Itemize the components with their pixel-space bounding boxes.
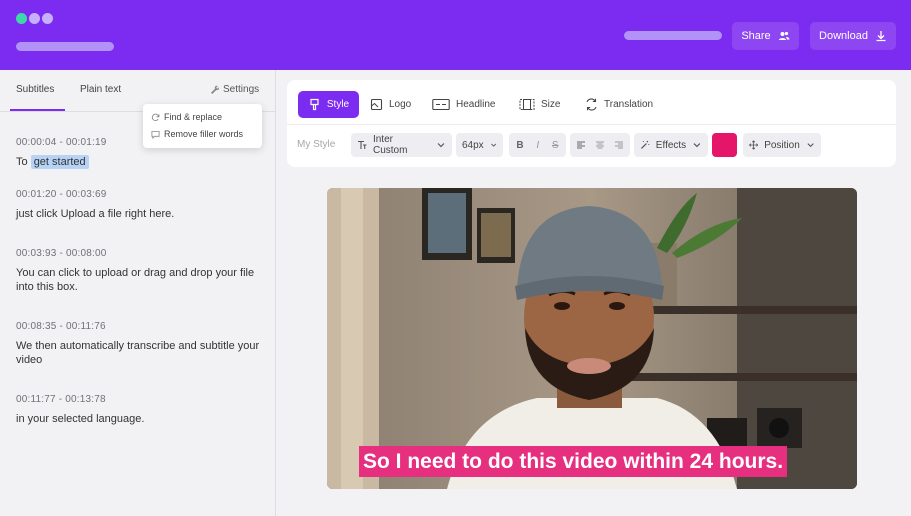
window-dot xyxy=(42,13,53,24)
download-button[interactable]: Download xyxy=(810,22,896,50)
chevron-down-icon xyxy=(437,143,445,148)
toolbar-tabs: Style Logo Headline Size Translation xyxy=(287,80,896,125)
menu-item-label: Remove filler words xyxy=(164,129,244,139)
subtitle-text[interactable]: You can click to upload or drag and drop… xyxy=(16,266,266,294)
bold-button[interactable]: B xyxy=(516,140,523,151)
style-name-placeholder[interactable]: My Style xyxy=(297,139,335,150)
subtitle-text-plain: To xyxy=(16,156,31,168)
top-bar: Share Download xyxy=(0,0,911,70)
move-icon xyxy=(749,140,759,150)
align-center-icon[interactable] xyxy=(595,140,605,150)
download-icon xyxy=(876,31,886,42)
position-select[interactable]: Position xyxy=(743,133,821,157)
text-format-group: B I S xyxy=(509,133,566,157)
share-button[interactable]: Share xyxy=(732,22,799,50)
subtitle-timestamp: 00:03:93 - 00:08:00 xyxy=(16,248,107,259)
font-name: Inter Custom xyxy=(372,134,408,156)
tab-translation[interactable]: Translation xyxy=(585,91,653,118)
tab-label: Headline xyxy=(456,99,496,110)
tab-headline[interactable]: Headline xyxy=(432,91,495,118)
header-placeholder xyxy=(624,31,722,40)
title-placeholder xyxy=(16,42,114,51)
subtitle-entry[interactable]: 00:08:35 - 00:11:76 We then automaticall… xyxy=(16,321,266,367)
users-icon xyxy=(778,31,790,40)
comment-icon xyxy=(151,130,160,139)
menu-item-find-replace[interactable]: Find & replace xyxy=(151,112,222,122)
subtitle-entry[interactable]: 00:03:93 - 00:08:00 You can click to upl… xyxy=(16,248,266,294)
video-frame xyxy=(327,188,857,489)
share-label: Share xyxy=(741,30,771,42)
style-toolbar: Style Logo Headline Size Translation My … xyxy=(287,80,896,167)
settings-label: Settings xyxy=(223,84,260,95)
subtitle-caption[interactable]: So I need to do this video within 24 hou… xyxy=(359,446,788,477)
strikethrough-button[interactable]: S xyxy=(552,140,559,151)
wrench-icon xyxy=(211,85,220,94)
editor-panel: Style Logo Headline Size Translation My … xyxy=(276,70,911,516)
subtitle-text[interactable]: just click Upload a file right here. xyxy=(16,207,266,221)
download-label: Download xyxy=(819,30,868,42)
subtitle-entry[interactable]: 00:11:77 - 00:13:78 in your selected lan… xyxy=(16,394,266,426)
video-preview[interactable]: So I need to do this video within 24 hou… xyxy=(327,188,857,489)
headline-icon xyxy=(432,98,450,111)
selected-text[interactable]: get started xyxy=(30,155,89,169)
align-left-icon[interactable] xyxy=(576,140,586,150)
tab-label: Style xyxy=(326,99,350,110)
tab-plain-text[interactable]: Plain text xyxy=(80,84,121,95)
font-size-value: 64px xyxy=(462,139,484,151)
tab-label: Size xyxy=(541,99,561,110)
tab-label: Translation xyxy=(604,99,654,110)
window-dot xyxy=(29,13,40,24)
settings-button[interactable]: Settings xyxy=(210,84,259,95)
subtitle-text[interactable]: To get started xyxy=(16,155,266,169)
chevron-down-icon xyxy=(693,143,701,148)
subtitle-timestamp: 00:01:20 - 00:03:69 xyxy=(16,189,107,200)
settings-menu: Find & replace Remove filler words xyxy=(143,104,262,148)
subtitle-text[interactable]: We then automatically transcribe and sub… xyxy=(16,339,266,367)
tab-logo[interactable]: Logo xyxy=(370,91,411,118)
chevron-down-icon xyxy=(807,143,814,148)
effects-select[interactable]: Effects xyxy=(634,133,708,157)
text-icon xyxy=(357,140,367,149)
tab-label: Logo xyxy=(389,99,412,110)
subtitle-text[interactable]: in your selected language. xyxy=(16,412,266,426)
menu-item-remove-filler[interactable]: Remove filler words xyxy=(151,129,243,139)
chevron-down-icon xyxy=(490,143,496,147)
subtitle-timestamp: 00:11:77 - 00:13:78 xyxy=(16,394,106,405)
tab-size[interactable]: Size xyxy=(519,91,560,118)
position-label: Position xyxy=(764,139,800,151)
image-icon xyxy=(370,98,383,111)
active-tab-indicator xyxy=(10,109,65,111)
color-swatch[interactable] xyxy=(712,133,737,157)
font-size-select[interactable]: 64px xyxy=(456,133,503,157)
font-select[interactable]: Inter Custom xyxy=(351,133,452,157)
menu-item-label: Find & replace xyxy=(164,112,223,122)
align-right-icon[interactable] xyxy=(614,140,624,150)
refresh-icon xyxy=(151,113,160,121)
size-icon xyxy=(519,99,535,110)
alignment-group xyxy=(570,133,630,157)
translate-icon xyxy=(586,98,597,111)
effects-label: Effects xyxy=(655,139,687,151)
window-dot-green xyxy=(16,13,27,24)
subtitle-entry[interactable]: 00:01:20 - 00:03:69 just click Upload a … xyxy=(16,189,266,221)
subtitle-timestamp: 00:08:35 - 00:11:76 xyxy=(16,321,106,332)
tab-subtitles[interactable]: Subtitles xyxy=(16,84,54,95)
magic-wand-icon xyxy=(641,140,650,149)
tab-style[interactable]: Style xyxy=(298,91,359,118)
italic-button[interactable]: I xyxy=(536,140,539,151)
brush-icon xyxy=(310,98,319,111)
